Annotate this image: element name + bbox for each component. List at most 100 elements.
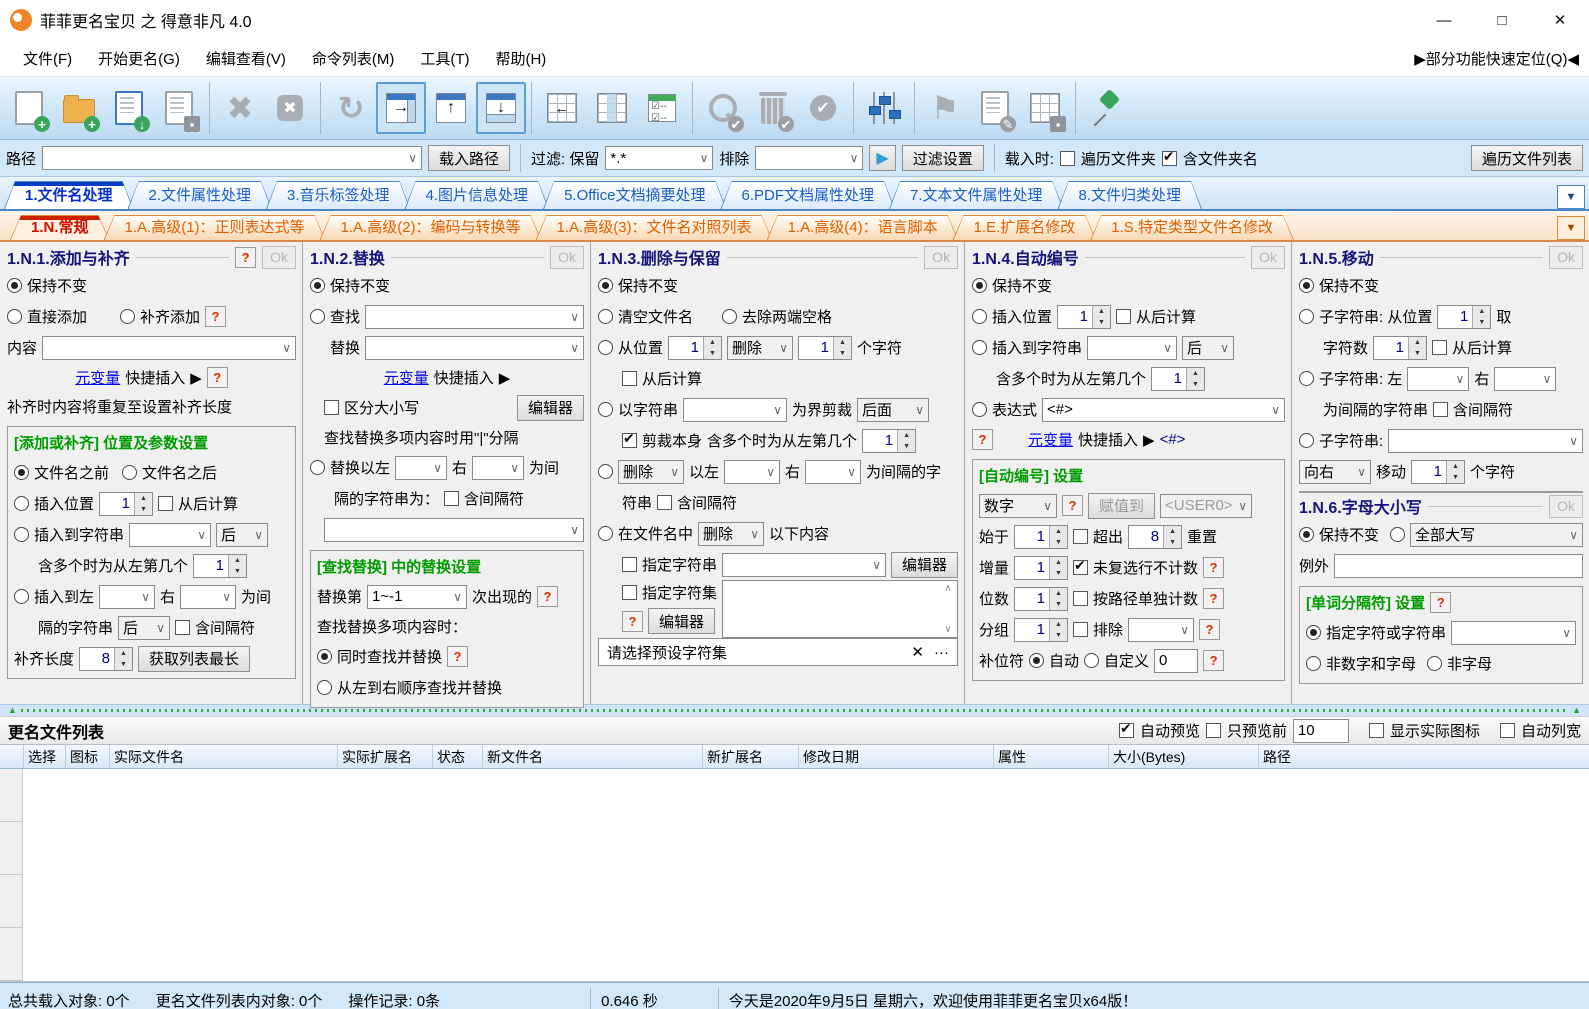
help-button[interactable]: ? bbox=[1203, 557, 1225, 578]
delete-check-button[interactable]: ✔ bbox=[748, 82, 798, 134]
spec-sep-combobox[interactable]: ∨ bbox=[1451, 620, 1576, 645]
editor-button[interactable]: 编辑器 bbox=[516, 394, 584, 421]
save-list-button[interactable]: ▪ bbox=[154, 82, 204, 134]
insert-to-string-radio[interactable] bbox=[14, 527, 29, 542]
keep-radio[interactable] bbox=[972, 278, 987, 293]
column-attrs[interactable]: 属性 bbox=[994, 745, 1109, 768]
auto-pad-radio[interactable] bbox=[1029, 653, 1045, 668]
help-button[interactable]: ? bbox=[972, 429, 993, 450]
direct-add-radio[interactable] bbox=[7, 309, 22, 324]
delete-op-combobox[interactable]: 删除 ∨ bbox=[727, 335, 794, 360]
filter-settings-button[interactable]: 过滤设置 bbox=[901, 145, 984, 171]
ok-button[interactable]: Ok bbox=[1549, 245, 1583, 269]
replace-between-radio[interactable] bbox=[310, 460, 325, 475]
subtab-compare-list[interactable]: 1.A.高级(3)：文件名对照列表 bbox=[536, 215, 773, 240]
spec-string-checkbox[interactable] bbox=[622, 557, 637, 572]
direction-combobox[interactable]: 向右 ∨ bbox=[1299, 459, 1371, 484]
include-sep-checkbox[interactable] bbox=[444, 491, 460, 506]
from-end-checkbox[interactable] bbox=[1432, 340, 1448, 355]
edit-list-button[interactable]: ✎ bbox=[970, 82, 1020, 134]
help-button[interactable]: ? bbox=[206, 367, 228, 388]
close-button[interactable]: ✕ bbox=[1531, 0, 1589, 40]
delete2-op-combobox[interactable]: 删除 ∨ bbox=[618, 459, 684, 484]
column-new-ext[interactable]: 新扩展名 bbox=[703, 745, 799, 768]
subtab-normal[interactable]: 1.N.常规 bbox=[10, 215, 110, 240]
from-end-checkbox[interactable] bbox=[158, 496, 174, 511]
show-icons-checkbox[interactable] bbox=[1368, 723, 1384, 738]
pos-spinner[interactable]: 1 ▲ ▼ bbox=[1437, 304, 1492, 329]
ok-button[interactable]: Ok bbox=[262, 245, 296, 269]
help-button[interactable]: ? bbox=[1203, 588, 1225, 609]
help-button[interactable]: ? bbox=[205, 306, 227, 327]
grid-columns-button[interactable] bbox=[587, 82, 637, 134]
before-name-radio[interactable] bbox=[14, 465, 29, 480]
menu-command-list[interactable]: 命令列表(M) bbox=[299, 48, 408, 69]
chars-spinner[interactable]: 1 ▲ ▼ bbox=[1373, 335, 1428, 360]
meta-var-link[interactable]: 元变量 bbox=[75, 367, 120, 388]
main-tabs-dropdown-button[interactable]: ▼ bbox=[1557, 185, 1585, 209]
splitter-handle[interactable]: ▲ ▲ bbox=[0, 704, 1589, 716]
left-sep-combobox[interactable]: ∨ bbox=[1407, 366, 1470, 391]
sequential-radio[interactable] bbox=[317, 680, 332, 695]
keep-radio[interactable] bbox=[1299, 278, 1314, 293]
auto-preview-checkbox[interactable] bbox=[1118, 720, 1134, 738]
traverse-file-list-button[interactable]: 遍历文件列表 bbox=[1470, 145, 1583, 171]
from-pos-radio[interactable] bbox=[598, 340, 613, 355]
pos-spinner[interactable]: 1 ▲ ▼ bbox=[1057, 304, 1112, 329]
pad-length-spinner[interactable]: 8 ▲ ▼ bbox=[79, 646, 134, 671]
left-sep-combobox[interactable]: ∨ bbox=[395, 455, 448, 480]
uncheck-skip-checkbox[interactable] bbox=[1073, 557, 1089, 575]
after-name-radio[interactable] bbox=[122, 465, 138, 480]
column-mod-date[interactable]: 修改日期 bbox=[799, 745, 994, 768]
pad-add-radio[interactable] bbox=[120, 309, 136, 324]
file-table-body[interactable] bbox=[0, 769, 1589, 982]
from-end-checkbox[interactable] bbox=[1116, 309, 1132, 324]
tab-file-classify[interactable]: 8.文件归类处理 bbox=[1058, 181, 1203, 209]
delete3-op-combobox[interactable]: 删除 ∨ bbox=[698, 521, 765, 546]
meta-var-link[interactable]: 元变量 bbox=[1028, 429, 1073, 450]
meta-var-link[interactable]: 元变量 bbox=[384, 367, 429, 388]
left-sep-combobox[interactable]: ∨ bbox=[724, 459, 781, 484]
column-new-name[interactable]: 新文件名 bbox=[483, 745, 703, 768]
keep-radio[interactable] bbox=[1299, 527, 1314, 542]
column-icon[interactable]: 图标 bbox=[66, 745, 110, 768]
insert-to-string-combobox[interactable]: ∨ bbox=[1087, 335, 1178, 360]
tab-filename[interactable]: 1.文件名处理 bbox=[4, 181, 134, 209]
by-string-combobox[interactable]: ∨ bbox=[683, 397, 788, 422]
case-combobox[interactable]: 全部大写 ∨ bbox=[1410, 522, 1583, 547]
panel-top-layout-button[interactable]: ↑ bbox=[426, 82, 476, 134]
sub-tabs-dropdown-button[interactable]: ▼ bbox=[1557, 216, 1585, 240]
substr-pos-radio[interactable] bbox=[1299, 309, 1314, 324]
trim-spaces-radio[interactable] bbox=[722, 309, 738, 324]
clear-icon[interactable]: ✕ bbox=[911, 643, 924, 661]
column-path[interactable]: 路径 bbox=[1259, 745, 1589, 768]
tab-file-attrs[interactable]: 2.文件属性处理 bbox=[128, 181, 273, 209]
include-sep-checkbox[interactable] bbox=[175, 620, 191, 635]
replace-combobox[interactable]: ∨ bbox=[365, 335, 584, 360]
help-button[interactable]: ? bbox=[1430, 592, 1452, 613]
auto-width-checkbox[interactable] bbox=[1499, 723, 1515, 738]
over-spinner[interactable]: 8 ▲ ▼ bbox=[1128, 524, 1183, 549]
expression-radio[interactable] bbox=[972, 402, 987, 417]
from-end-checkbox[interactable] bbox=[622, 371, 637, 386]
load-path-button[interactable]: 载入路径 bbox=[428, 145, 511, 171]
by-path-checkbox[interactable] bbox=[1073, 591, 1089, 606]
preview-first-checkbox[interactable] bbox=[1205, 723, 1221, 738]
checklist-button[interactable]: ☑-- ☑-- bbox=[637, 82, 687, 134]
grid-insert-left-button[interactable]: ← bbox=[537, 82, 587, 134]
insert-pos-spinner[interactable]: 1 ▲ ▼ bbox=[99, 491, 154, 516]
assign-button[interactable]: 赋值到 bbox=[1088, 492, 1156, 519]
in-name-radio[interactable] bbox=[598, 526, 613, 541]
exclude-checkbox[interactable] bbox=[1073, 622, 1089, 637]
charset-textarea[interactable]: ∧ ∨ bbox=[722, 580, 958, 638]
group-spinner[interactable]: 1 ▲ ▼ bbox=[1014, 617, 1069, 642]
traverse-folders-checkbox[interactable] bbox=[1059, 150, 1075, 166]
pos-spinner[interactable]: 1 ▲ ▼ bbox=[668, 335, 723, 360]
clear-name-radio[interactable] bbox=[598, 309, 613, 324]
maximize-button[interactable]: □ bbox=[1473, 0, 1531, 40]
apply-check-button[interactable]: ✔ bbox=[798, 82, 848, 134]
column-select[interactable]: 选择 bbox=[24, 745, 66, 768]
keep-radio[interactable] bbox=[598, 278, 613, 293]
exclude-combobox[interactable]: ∨ bbox=[1128, 617, 1195, 642]
keep-radio[interactable] bbox=[310, 278, 325, 293]
